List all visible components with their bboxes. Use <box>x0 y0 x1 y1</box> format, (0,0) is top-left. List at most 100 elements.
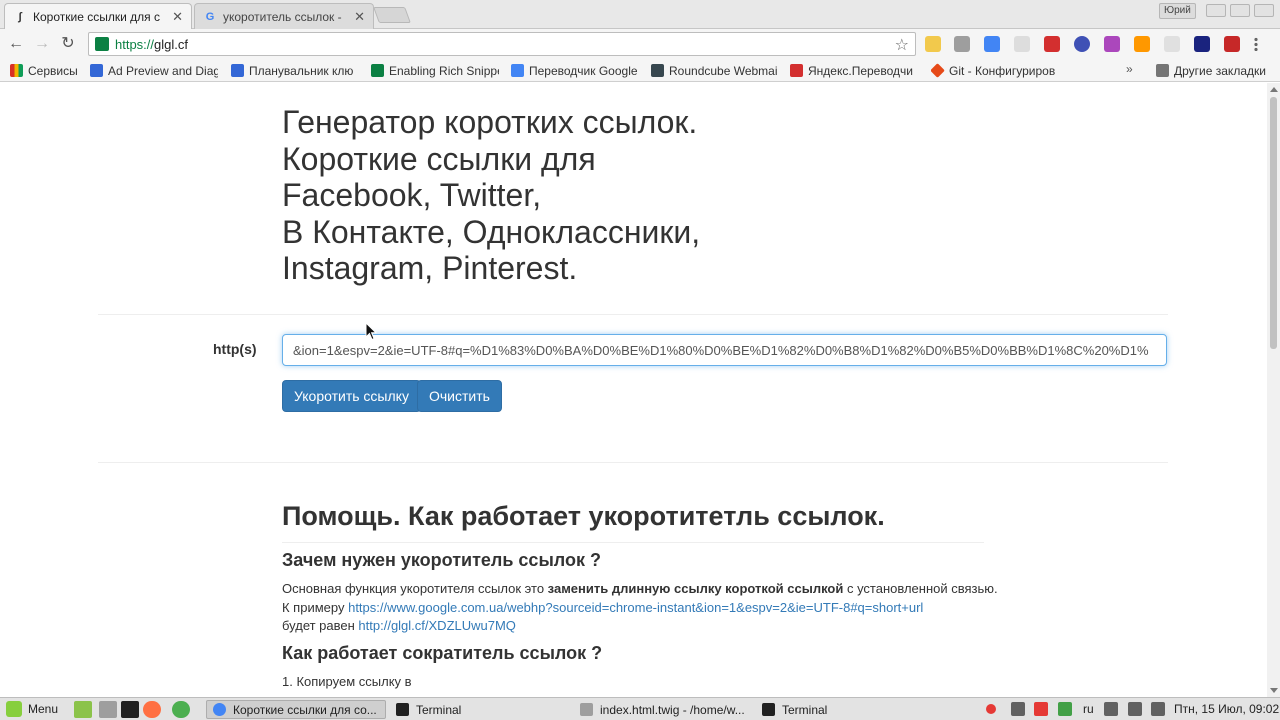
tab-google[interactable]: G укоротитель ссылок - ✕ <box>194 3 374 29</box>
bookmarks-more-button[interactable]: » <box>1126 62 1133 76</box>
bookmark-star-icon[interactable]: ☆ <box>895 35 909 55</box>
files-launcher-icon[interactable] <box>74 701 92 718</box>
forward-button[interactable]: → <box>32 34 52 54</box>
bookmark-item[interactable]: Roundcube Webmail <box>651 62 777 79</box>
divider <box>98 314 1168 315</box>
chrome-icon <box>213 703 226 716</box>
firefox-launcher-icon[interactable] <box>143 701 161 718</box>
scroll-thumb[interactable] <box>1270 97 1277 349</box>
bookmark-item[interactable]: Планувальник клю <box>231 62 359 79</box>
google-icon: G <box>205 10 215 23</box>
emphasis-text: заменить длинную ссылку короткой ссылкой <box>547 581 844 596</box>
git-icon <box>931 63 945 78</box>
yandex-icon <box>790 64 803 77</box>
code-icon <box>371 64 384 77</box>
editor-icon <box>580 703 593 716</box>
keyboard-layout[interactable]: ru <box>1083 702 1094 716</box>
window-controls <box>1206 4 1274 17</box>
adwords-icon <box>90 64 103 77</box>
url-label: http(s) <box>213 341 257 357</box>
bookmark-item[interactable]: Git - Конфигуриров <box>931 62 1059 79</box>
folder-icon <box>1156 64 1169 77</box>
example-short-link[interactable]: http://glgl.cf/XDZLUwu7MQ <box>358 618 516 633</box>
url-text: https://glgl.cf <box>115 36 188 52</box>
other-bookmarks[interactable]: Другие закладки <box>1156 62 1276 79</box>
terminal-icon <box>396 703 409 716</box>
tab-close-icon[interactable]: ✕ <box>354 9 365 25</box>
taskbar-item-editor[interactable]: index.html.twig - /home/w... <box>574 700 754 719</box>
translate-icon <box>511 64 524 77</box>
tab-title: Короткие ссылки для с <box>33 9 160 24</box>
mail-icon <box>651 64 664 77</box>
display-icon[interactable] <box>1151 702 1165 716</box>
tab-title: укоротитель ссылок - <box>223 9 342 24</box>
bookmark-item[interactable]: Ad Preview and Diag <box>90 62 218 79</box>
address-bar[interactable]: https://glgl.cf ☆ <box>88 32 916 56</box>
new-tab-button[interactable] <box>373 7 411 23</box>
taskbar-item-terminal[interactable]: Terminal <box>390 700 570 719</box>
maximize-button[interactable] <box>1230 4 1250 17</box>
extension-icon[interactable] <box>1014 36 1030 52</box>
how-heading: Как работает сократитель ссылок ? <box>282 643 603 663</box>
terminal-icon <box>762 703 775 716</box>
reload-button[interactable]: ↻ <box>58 34 78 54</box>
taskbar-item-terminal[interactable]: Terminal <box>756 700 936 719</box>
shorten-button[interactable]: Укоротить ссылку <box>282 380 421 412</box>
profile-button[interactable]: Юрий <box>1159 3 1196 19</box>
mint-logo-icon <box>6 701 22 717</box>
adwords-icon <box>231 64 244 77</box>
bookmark-item[interactable]: Enabling Rich Snippe <box>371 62 499 79</box>
tab-strip: ∫ Короткие ссылки для с ✕ G укоротитель … <box>0 0 1280 29</box>
mouse-cursor-icon <box>365 322 377 341</box>
back-button[interactable]: ← <box>6 34 26 54</box>
scroll-up-icon[interactable] <box>1270 87 1278 92</box>
tab-close-icon[interactable]: ✕ <box>172 9 183 25</box>
tab-glgl[interactable]: ∫ Короткие ссылки для с ✕ <box>4 3 192 29</box>
extension-icon[interactable] <box>1074 36 1090 52</box>
volume-icon[interactable] <box>1104 702 1118 716</box>
extension-icon[interactable] <box>925 36 941 52</box>
url-input[interactable] <box>282 334 1167 366</box>
angular-icon[interactable] <box>1044 36 1060 52</box>
scroll-down-icon[interactable] <box>1270 688 1278 693</box>
taskbar-item-chrome[interactable]: Короткие ссылки для со... <box>206 700 386 719</box>
apps-grid-icon <box>10 64 23 77</box>
battery-icon[interactable] <box>1058 702 1072 716</box>
camera-icon[interactable] <box>954 36 970 52</box>
step-item: 1. Копируем ссылку в <box>282 674 412 689</box>
divider <box>282 542 984 543</box>
minimize-button[interactable] <box>1206 4 1226 17</box>
show-desktop-icon[interactable] <box>99 701 117 718</box>
shield-icon[interactable] <box>1034 702 1048 716</box>
translate-icon[interactable] <box>984 36 1000 52</box>
help-paragraph: Основная функция укоротителя ссылок это … <box>282 581 998 633</box>
chrome-launcher-icon[interactable] <box>172 701 190 718</box>
bookmarks-bar: Сервисы Ad Preview and Diag Планувальник… <box>0 59 1280 82</box>
bookmark-item[interactable]: Переводчик Google <box>511 62 641 79</box>
divider <box>98 462 1168 463</box>
example-long-link[interactable]: https://www.google.com.ua/webhp?sourceid… <box>348 600 923 615</box>
help-title: Помощь. Как работает укоротитетль ссылок… <box>282 501 885 531</box>
extension-icon[interactable] <box>1164 36 1180 52</box>
browser-toolbar: ← → ↻ https://glgl.cf ☆ <box>0 29 1280 59</box>
lock-icon <box>95 37 109 51</box>
n-extension-icon[interactable] <box>1194 36 1210 52</box>
why-heading: Зачем нужен укоротитель ссылок ? <box>282 550 602 570</box>
terminal-launcher-icon[interactable] <box>121 701 139 718</box>
close-window-button[interactable] <box>1254 4 1274 17</box>
page-title: Генератор коротких ссылок. Короткие ссыл… <box>282 104 701 286</box>
clear-button[interactable]: Очистить <box>417 380 502 412</box>
clock[interactable]: Птн, 15 Июл, 09:02 <box>1174 702 1279 716</box>
browser-menu-icon[interactable] <box>1254 37 1258 51</box>
wifi-icon[interactable] <box>1128 702 1142 716</box>
page-content: Генератор коротких ссылок. Короткие ссыл… <box>0 83 1267 697</box>
chart-icon[interactable] <box>1134 36 1150 52</box>
record-icon[interactable] <box>986 704 996 714</box>
pen-icon[interactable] <box>1104 36 1120 52</box>
network-icon[interactable] <box>1011 702 1025 716</box>
page-scrollbar[interactable] <box>1267 83 1280 697</box>
angular-icon[interactable] <box>1224 36 1240 52</box>
start-menu-button[interactable]: Menu <box>6 701 58 717</box>
bookmark-item[interactable]: Яндекс.Переводчи <box>790 62 918 79</box>
bookmark-apps[interactable]: Сервисы <box>10 62 82 79</box>
